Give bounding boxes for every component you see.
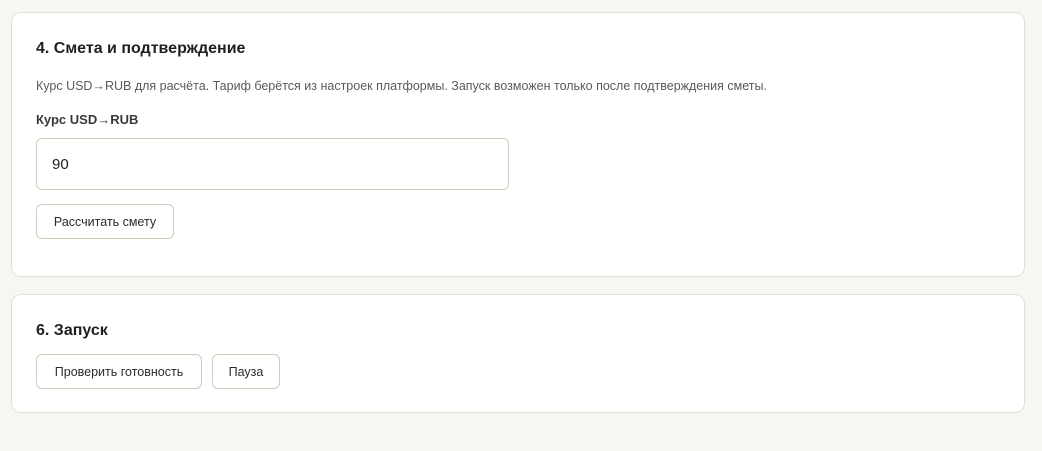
rate-field-label: Курс USD→RUB (36, 112, 139, 127)
launch-section-title: 6. Запуск (36, 322, 108, 339)
rate-input[interactable] (36, 138, 509, 190)
pause-button[interactable]: Пауза (212, 354, 280, 389)
launch-section: 6. Запуск Проверить готовность Пауза (11, 294, 1025, 413)
check-readiness-button[interactable]: Проверить готовность (36, 354, 202, 389)
calculate-estimate-button[interactable]: Рассчитать смету (36, 204, 174, 239)
estimate-section: 4. Смета и подтверждение Курс USD→RUB дл… (11, 12, 1025, 277)
estimate-section-title: 4. Смета и подтверждение (36, 40, 246, 57)
estimate-description: Курс USD→RUB для расчёта. Тариф берётся … (36, 79, 767, 93)
